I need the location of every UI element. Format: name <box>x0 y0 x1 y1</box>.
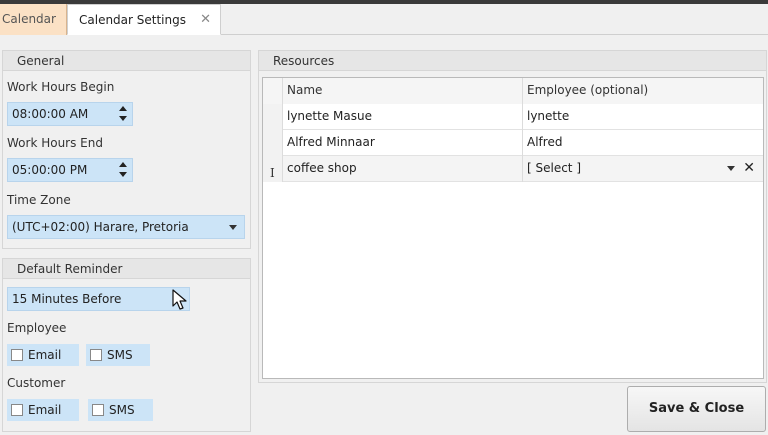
checkbox-icon[interactable] <box>11 404 23 416</box>
tab-calendar[interactable]: Calendar <box>0 4 67 35</box>
spin-arrows-icon[interactable] <box>118 162 128 178</box>
employee-select-value: [ Select ] <box>527 161 582 175</box>
default-reminder-title: Default Reminder <box>3 259 250 279</box>
checkbox-icon[interactable] <box>90 349 102 361</box>
row-indicator-header <box>263 78 283 104</box>
tab-calendar-settings-label: Calendar Settings <box>79 13 186 27</box>
work-hours-end-label: Work Hours End <box>7 136 103 150</box>
resource-name-cell[interactable]: coffee shop <box>283 156 523 182</box>
time-zone-select[interactable]: (UTC+02:00) Harare, Pretoria <box>7 215 245 239</box>
default-reminder-select[interactable]: 15 Minutes Before <box>7 287 190 311</box>
resource-name-cell[interactable]: Alfred Minnaar <box>283 130 523 156</box>
customer-sms-label: SMS <box>109 403 135 417</box>
customer-label: Customer <box>7 376 66 390</box>
time-zone-value: (UTC+02:00) Harare, Pretoria <box>12 220 189 234</box>
work-hours-end-input[interactable]: 05:00:00 PM <box>7 158 133 182</box>
text-cursor-icon: I <box>270 166 275 180</box>
checkbox-icon[interactable] <box>92 404 104 416</box>
employee-label: Employee <box>7 321 67 335</box>
resources-grid[interactable]: Name Employee (optional) lynette Masue l… <box>262 77 764 379</box>
row-indicator[interactable] <box>263 104 283 130</box>
resource-employee-cell[interactable]: lynette <box>523 104 763 130</box>
table-row[interactable]: lynette Masue lynette <box>263 104 763 130</box>
resources-panel-title: Resources <box>259 51 766 71</box>
resource-name-cell[interactable]: lynette Masue <box>283 104 523 130</box>
column-header-employee[interactable]: Employee (optional) <box>523 78 763 104</box>
employee-email-checkbox[interactable]: Email <box>7 344 79 366</box>
close-icon[interactable]: ✕ <box>200 5 211 35</box>
customer-email-label: Email <box>28 403 62 417</box>
mouse-pointer-icon <box>172 289 187 310</box>
chevron-down-icon[interactable] <box>727 166 735 171</box>
checkbox-icon[interactable] <box>11 349 23 361</box>
table-row[interactable]: Alfred Minnaar Alfred <box>263 130 763 156</box>
customer-email-checkbox[interactable]: Email <box>7 399 79 421</box>
general-panel-title: General <box>3 51 250 71</box>
work-hours-end-value: 05:00:00 PM <box>12 163 88 177</box>
employee-sms-checkbox[interactable]: SMS <box>86 344 150 366</box>
grid-header-row: Name Employee (optional) <box>263 78 763 104</box>
resource-employee-cell[interactable]: Alfred <box>523 130 763 156</box>
employee-email-label: Email <box>28 348 62 362</box>
column-header-name[interactable]: Name <box>283 78 523 104</box>
work-hours-begin-value: 08:00:00 AM <box>12 107 89 121</box>
row-indicator[interactable]: I <box>263 156 283 182</box>
work-hours-begin-label: Work Hours Begin <box>7 80 115 94</box>
chevron-down-icon[interactable] <box>229 225 237 230</box>
default-reminder-value: 15 Minutes Before <box>12 292 122 306</box>
row-indicator[interactable] <box>263 130 283 156</box>
customer-sms-checkbox[interactable]: SMS <box>88 399 153 421</box>
work-hours-begin-input[interactable]: 08:00:00 AM <box>7 102 133 126</box>
time-zone-label: Time Zone <box>7 193 71 207</box>
save-close-button[interactable]: Save & Close <box>627 386 766 432</box>
clear-icon[interactable]: ✕ <box>743 156 755 181</box>
table-row[interactable]: I coffee shop [ Select ] ✕ <box>263 156 763 182</box>
tab-bar: Calendar Calendar Settings ✕ <box>0 4 768 35</box>
tab-calendar-settings[interactable]: Calendar Settings ✕ <box>67 4 221 35</box>
employee-sms-label: SMS <box>107 348 133 362</box>
employee-select-cell[interactable]: [ Select ] ✕ <box>523 156 763 182</box>
spin-arrows-icon[interactable] <box>118 106 128 122</box>
